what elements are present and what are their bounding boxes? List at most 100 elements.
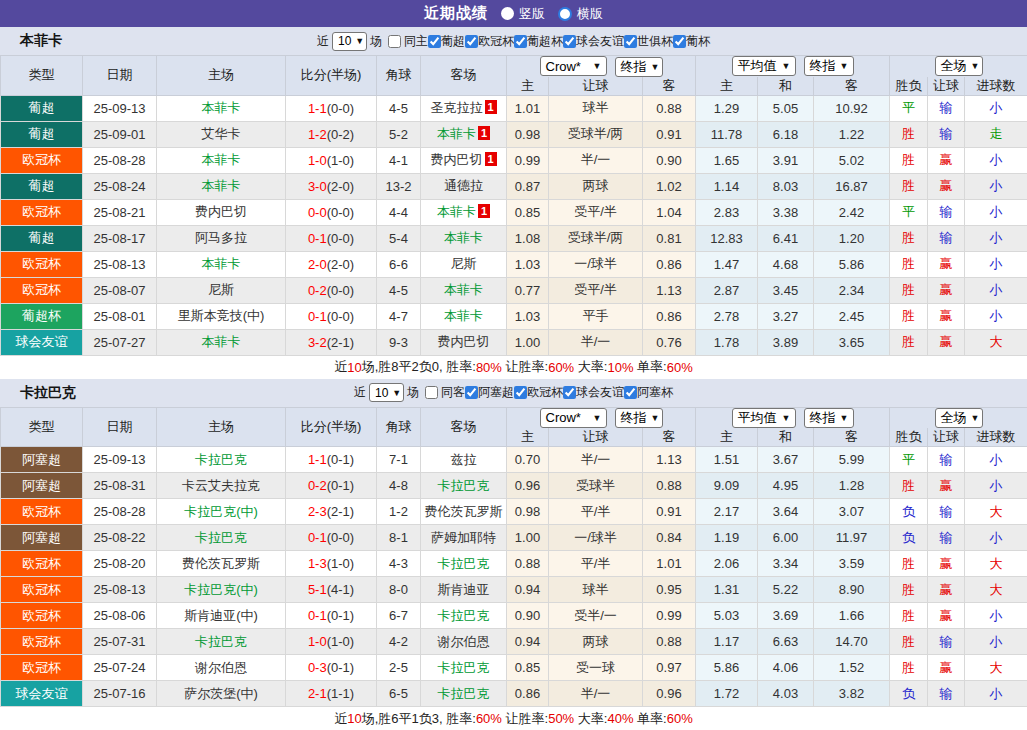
average-odds-cell: 16.87 (814, 173, 890, 199)
final-odds-select-2[interactable]: 终指▼ (804, 56, 854, 76)
match-date-cell: 25-08-31 (83, 473, 157, 499)
bookmaker-odds-cell: 平手 (549, 303, 643, 329)
average-select[interactable]: 平均值▼ (732, 56, 796, 76)
league-filter-checkbox[interactable] (465, 35, 478, 48)
summary-text: 大率: (574, 358, 607, 376)
column-header: 比分(半场) (286, 56, 377, 96)
outcome-text: 胜 (902, 256, 915, 271)
bookmaker-odds-cell: 受半/一 (549, 603, 643, 629)
column-header: 角球 (377, 407, 421, 447)
handicap-result-cell: 输 (928, 499, 965, 525)
radio-unselected-icon[interactable] (558, 7, 572, 21)
fulltime-score: 0-0 (308, 205, 327, 220)
average-odds-cell: 3.64 (758, 499, 814, 525)
score-cell: 3-2(2-1) (286, 329, 377, 355)
radio-selected-icon[interactable] (501, 7, 514, 20)
team-name-text: 阿马多拉 (195, 230, 247, 245)
scope-select[interactable]: 全场▼ (935, 56, 983, 76)
final-odds-select-2[interactable]: 终指▼ (804, 408, 854, 428)
bookmaker-odds-cell: 0.88 (507, 551, 549, 577)
same-venue-checkbox[interactable] (388, 35, 401, 48)
near-label: 近 (317, 33, 329, 50)
halftime-score: (0-1) (327, 452, 354, 467)
match-result-cell: 胜 (890, 173, 928, 199)
match-count-select-value: 10 (338, 34, 351, 48)
fulltime-score: 1-3 (308, 556, 327, 571)
average-odds-cell: 1.51 (696, 447, 758, 473)
league-filter-label: 欧冠杯 (478, 33, 514, 50)
bookmaker-odds-cell: 0.98 (507, 499, 549, 525)
fulltime-score: 0-1 (308, 231, 327, 246)
league-filter-checkbox[interactable] (563, 35, 576, 48)
scope-select[interactable]: 全场▼ (935, 408, 983, 428)
average-select[interactable]: 平均值▼ (732, 408, 796, 428)
outcome-text: 胜 (902, 282, 915, 297)
corner-cell: 6-7 (377, 603, 421, 629)
chevron-down-icon: ▼ (971, 413, 980, 423)
radio-label-vertical: 竖版 (519, 5, 545, 23)
league-filter-checkbox[interactable] (563, 386, 576, 399)
match-row: 葡超25-09-01艾华卡1-2(0-2)5-2本菲卡10.98受球半/两0.9… (1, 121, 1027, 147)
league-type-cell: 球会友谊 (1, 681, 83, 707)
halftime-score: (0-0) (327, 205, 354, 220)
match-count-select[interactable]: 10▼ (369, 383, 404, 402)
bookmaker-odds-cell: 半/一 (549, 681, 643, 707)
league-type-cell: 葡超 (1, 173, 83, 199)
goals-result-cell: 大 (965, 577, 1027, 603)
away-team-cell: 本菲卡 (421, 303, 507, 329)
league-filter-checkbox[interactable] (514, 386, 527, 399)
average-odds-cell: 3.67 (758, 447, 814, 473)
outcome-text: 小 (990, 634, 1003, 649)
match-result-cell: 平 (890, 95, 928, 121)
league-filter-checkbox[interactable] (514, 35, 527, 48)
sub-column-header: 让球 (928, 77, 965, 96)
league-filter-checkbox[interactable] (673, 35, 686, 48)
team-name-text: 卡拉巴克 (438, 478, 490, 493)
home-team-cell: 斯肯迪亚(中) (157, 603, 286, 629)
average-odds-cell: 1.17 (696, 629, 758, 655)
corner-cell: 4-5 (377, 277, 421, 303)
corner-cell: 13-2 (377, 173, 421, 199)
team-name-text: 尼斯 (451, 256, 477, 271)
home-team-cell: 本菲卡 (157, 95, 286, 121)
bookmaker-select[interactable]: Crow*▼ (540, 56, 607, 76)
score-cell: 2-3(2-1) (286, 499, 377, 525)
summary-text: 单率: (633, 710, 666, 728)
layout-option-horizontal[interactable]: 横版 (558, 5, 603, 23)
handicap-result-cell: 赢 (928, 303, 965, 329)
halftime-score: (0-0) (327, 309, 354, 324)
average-odds-cell: 1.28 (814, 473, 890, 499)
sections-container: 本菲卡近10▼场同主葡超欧冠杯葡超杯球会友谊世俱杯葡杯类型日期主场比分(半场)角… (0, 27, 1027, 730)
home-team-cell: 费伦茨瓦罗斯 (157, 551, 286, 577)
league-filter-checkbox[interactable] (465, 386, 478, 399)
match-date-cell: 25-08-28 (83, 147, 157, 173)
away-team-cell: 圣克拉拉1 (421, 95, 507, 121)
outcome-text: 小 (990, 204, 1003, 219)
league-type-cell: 欧冠杯 (1, 603, 83, 629)
outcome-text: 赢 (940, 178, 953, 193)
final-odds-select[interactable]: 终指▼ (615, 57, 663, 77)
match-date-cell: 25-07-16 (83, 681, 157, 707)
average-odds-cell: 1.65 (696, 147, 758, 173)
same-venue-checkbox[interactable] (425, 386, 438, 399)
league-type-cell: 球会友谊 (1, 329, 83, 355)
match-count-select[interactable]: 10▼ (332, 32, 367, 51)
handicap-result-cell: 赢 (928, 251, 965, 277)
handicap-result-cell: 输 (928, 225, 965, 251)
goals-result-cell: 小 (965, 251, 1027, 277)
league-type-cell: 阿塞超 (1, 447, 83, 473)
outcome-text: 赢 (940, 478, 953, 493)
team-name-text: 费伦茨瓦罗斯 (182, 556, 260, 571)
league-filter-checkbox[interactable] (624, 35, 637, 48)
chevron-down-icon: ▼ (840, 61, 849, 71)
league-filter-checkbox[interactable] (428, 35, 441, 48)
league-filter-checkbox[interactable] (624, 386, 637, 399)
fulltime-score: 0-1 (308, 530, 327, 545)
home-team-cell: 本菲卡 (157, 251, 286, 277)
bookmaker-select[interactable]: Crow*▼ (540, 408, 607, 428)
layout-option-vertical[interactable]: 竖版 (501, 5, 545, 23)
bookmaker-odds-cell: 0.70 (507, 447, 549, 473)
summary-text: 60% (476, 711, 502, 726)
final-odds-select[interactable]: 终指▼ (615, 408, 663, 428)
goals-result-cell: 小 (965, 303, 1027, 329)
